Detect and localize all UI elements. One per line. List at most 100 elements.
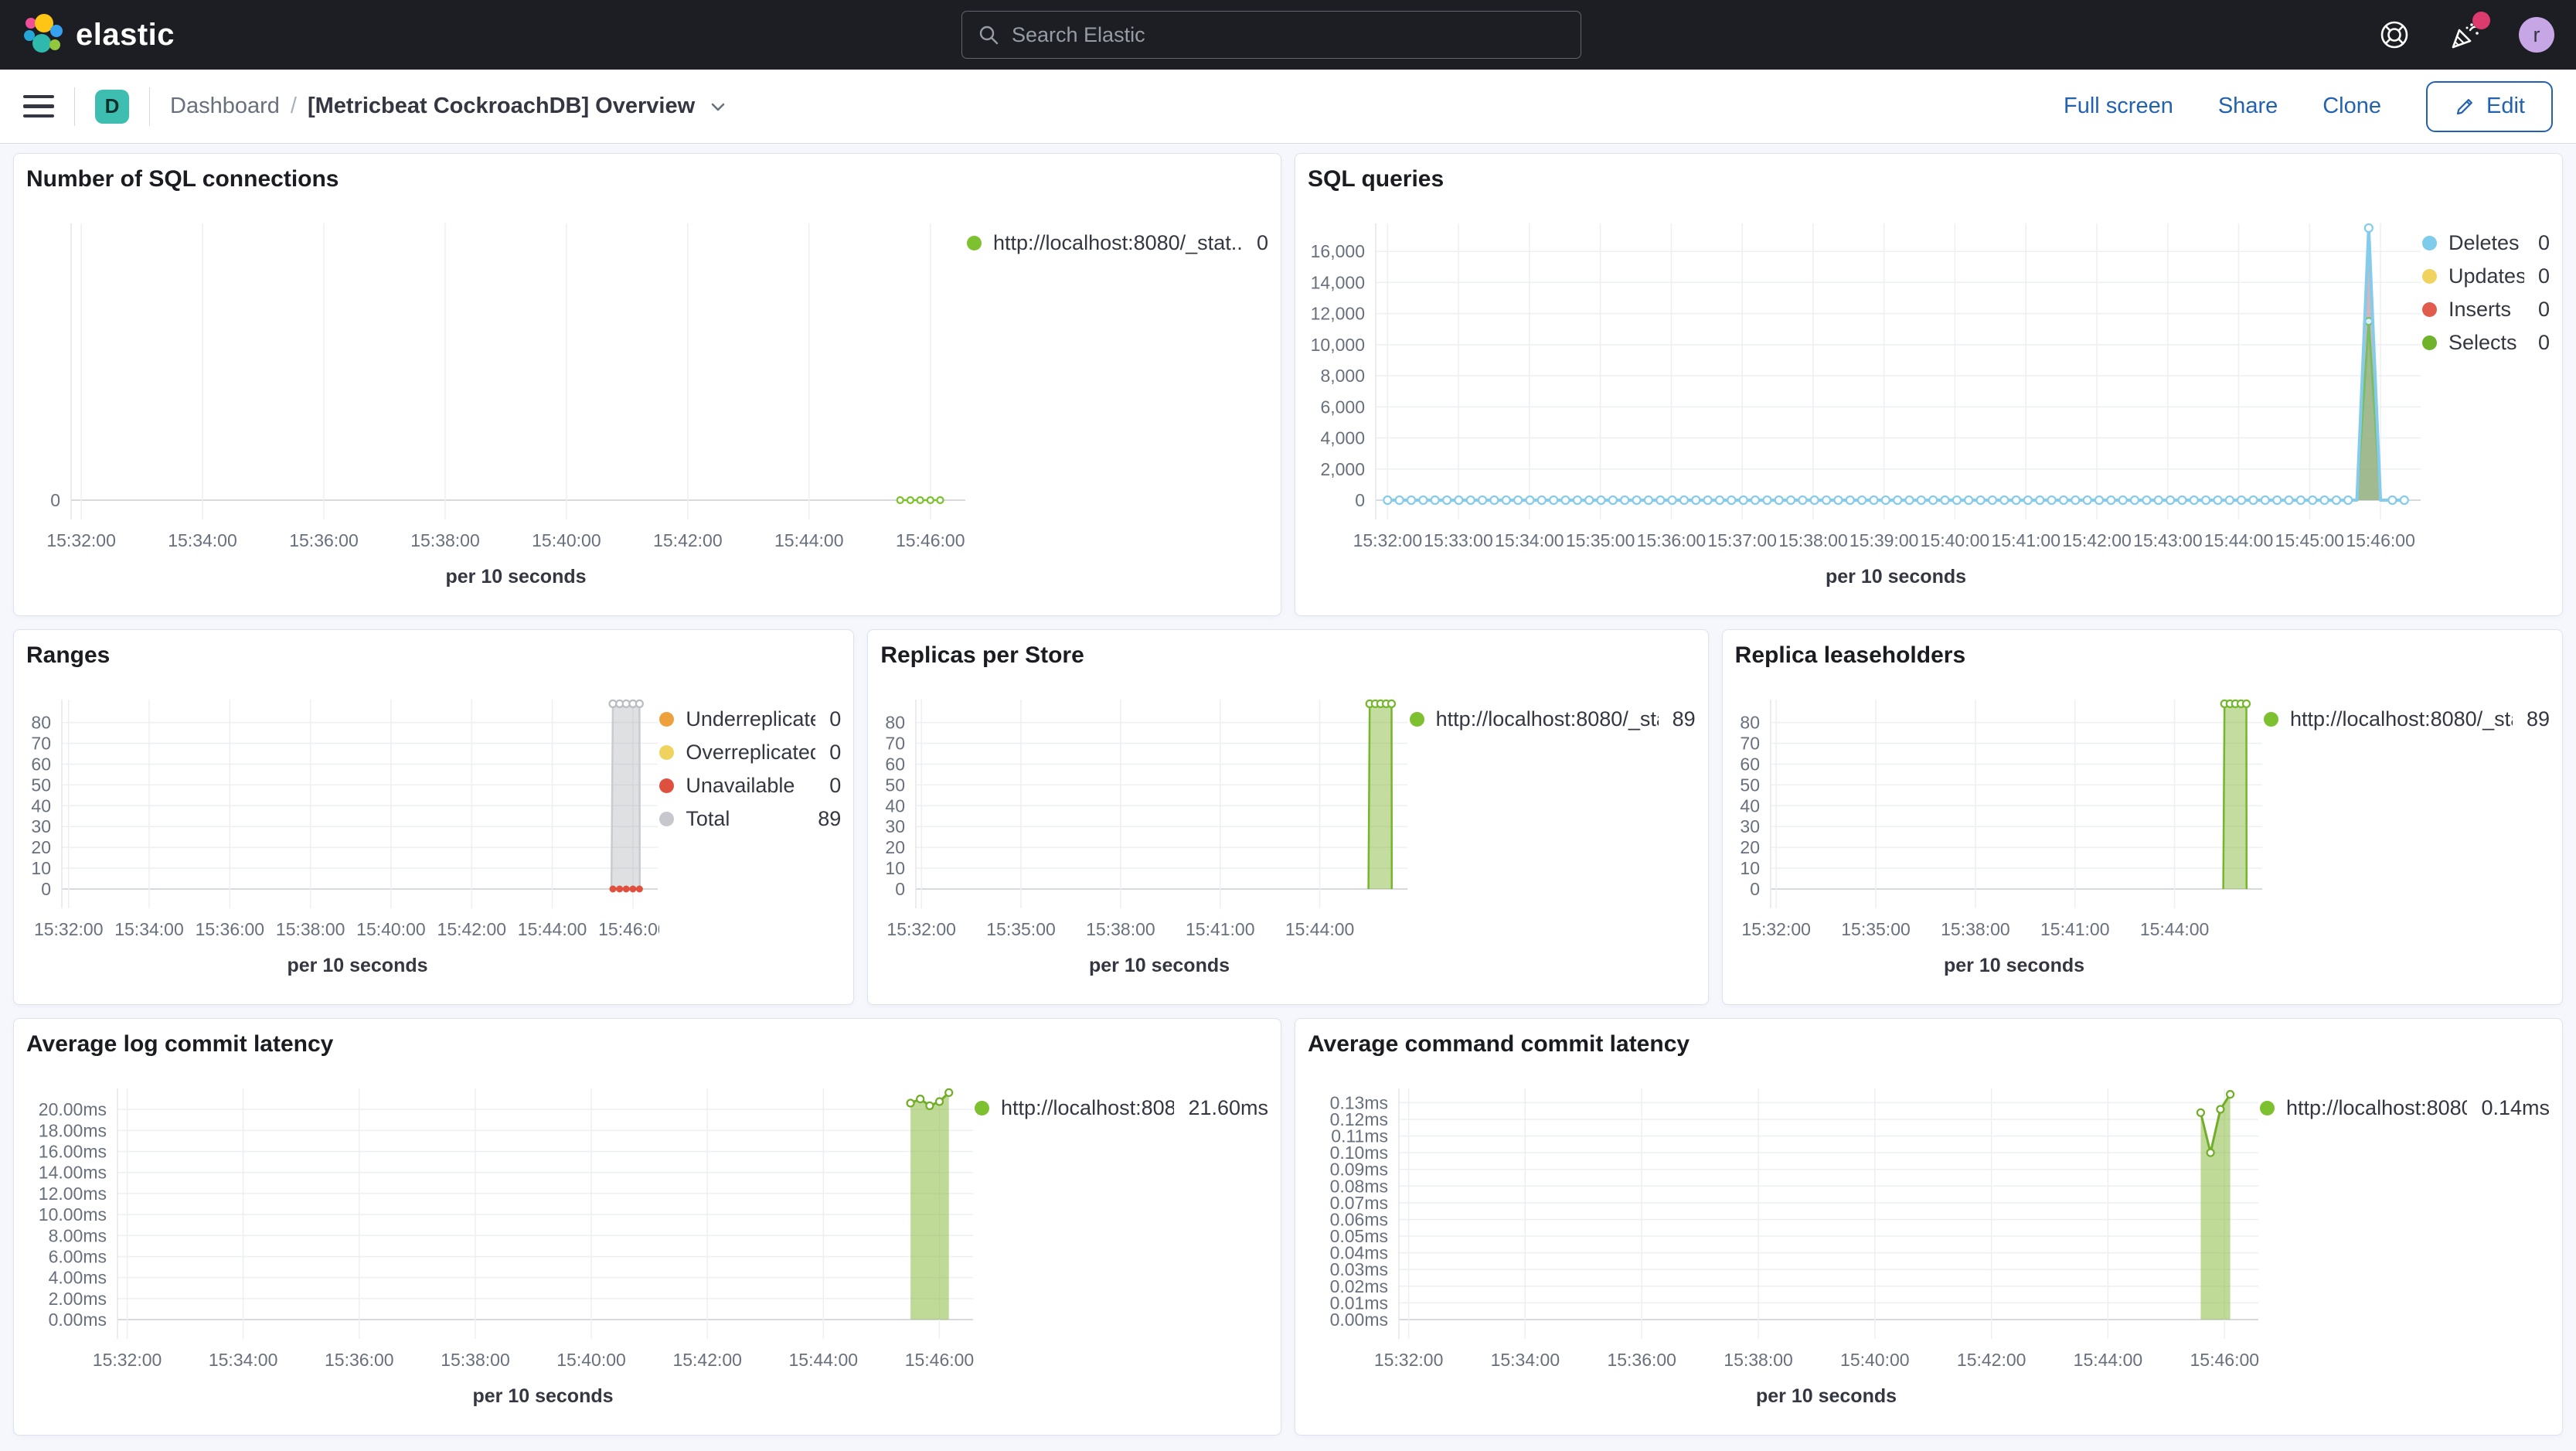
svg-text:15:38:00: 15:38:00 — [1086, 919, 1155, 939]
panel-title[interactable]: Replica leaseholders — [1735, 642, 2550, 669]
legend-label: Overreplicated — [686, 741, 816, 764]
full-screen-button[interactable]: Full screen — [2064, 94, 2173, 119]
chart-sql-queries[interactable]: 0 2,000 4,000 6,000 8,000 10,000 12,000 14,000 1… — [1308, 192, 2422, 609]
svg-text:15:39:00: 15:39:00 — [1849, 530, 1919, 550]
share-button[interactable]: Share — [2218, 94, 2278, 119]
svg-text:per 10 seconds: per 10 seconds — [1826, 566, 1966, 588]
svg-text:16,000: 16,000 — [1311, 241, 1365, 261]
legend-value: 0 — [829, 774, 842, 797]
panel-replicas-per-store: Replicas per Store 0 10 20 30 40 50 60 70 80 15:32… — [867, 629, 1709, 1005]
chart-average-log-commit-latency[interactable]: 0.00ms 2.00ms 4.00ms 6.00ms 8.00ms 10.00ms 12.… — [26, 1058, 975, 1429]
panel-title[interactable]: Average log commit latency — [26, 1031, 1268, 1058]
legend-item[interactable]: http://localhost:808... 21.60ms — [975, 1092, 1268, 1125]
menu-button[interactable] — [23, 94, 54, 118]
svg-text:15:36:00: 15:36:00 — [1607, 1350, 1676, 1370]
legend-item[interactable]: Unavailable 0 — [659, 769, 841, 802]
legend-value: 89 — [1672, 707, 1696, 731]
legend-item[interactable]: http://localhost:8080/_sta... 89 — [2264, 703, 2550, 736]
page-title[interactable]: [Metricbeat CockroachDB] Overview — [308, 94, 695, 119]
svg-text:10: 10 — [31, 858, 51, 878]
svg-text:2.00ms: 2.00ms — [49, 1289, 107, 1309]
svg-text:15:40:00: 15:40:00 — [532, 530, 601, 550]
legend-value: 0 — [2537, 298, 2550, 321]
svg-text:30: 30 — [886, 816, 906, 836]
divider — [149, 87, 150, 126]
svg-text:8,000: 8,000 — [1320, 366, 1365, 386]
breadcrumb-dashboard-link[interactable]: Dashboard — [170, 94, 280, 119]
space-badge[interactable]: D — [95, 89, 129, 124]
panel-title[interactable]: SQL queries — [1308, 166, 2550, 192]
legend-label: http://localhost:8080... — [2286, 1096, 2468, 1119]
svg-text:0: 0 — [896, 879, 906, 899]
legend-value: 89 — [818, 807, 842, 830]
legend-label: Total — [686, 807, 730, 830]
svg-text:50: 50 — [886, 775, 906, 795]
legend: Underreplicated0Overreplicated0Unavailab… — [659, 669, 841, 998]
elastic-logo[interactable]: elastic — [22, 14, 175, 56]
chart-replicas-per-store[interactable]: 0 10 20 30 40 50 60 70 80 15:32:00 15:35:00 15:38:0… — [880, 669, 1409, 998]
brand-name: elastic — [76, 17, 175, 52]
legend-swatch-icon — [2422, 302, 2437, 317]
legend-item[interactable]: Underreplicated 0 — [659, 703, 841, 736]
legend-swatch-icon — [2264, 712, 2278, 727]
panel-title[interactable]: Average command commit latency — [1308, 1031, 2550, 1058]
breadcrumb-separator: / — [290, 94, 297, 118]
svg-text:40: 40 — [1740, 795, 1760, 816]
svg-text:15:35:00: 15:35:00 — [1841, 919, 1911, 939]
panel-title[interactable]: Number of SQL connections — [26, 166, 1268, 192]
legend-item[interactable]: Deletes 0 — [2422, 227, 2550, 260]
svg-text:per 10 seconds: per 10 seconds — [287, 955, 427, 976]
user-avatar[interactable]: r — [2519, 17, 2554, 53]
svg-text:20: 20 — [1740, 837, 1760, 857]
elastic-logo-icon — [24, 14, 63, 53]
legend-value: 21.60ms — [1188, 1096, 1268, 1119]
legend-item[interactable]: Total 89 — [659, 802, 841, 836]
legend-item[interactable]: http://localhost:8080/_stat... 0 — [967, 227, 1268, 260]
svg-text:16.00ms: 16.00ms — [39, 1142, 107, 1162]
legend-item[interactable]: http://localhost:8080... 0.14ms — [2260, 1092, 2550, 1125]
legend-item[interactable]: Updates 0 — [2422, 260, 2550, 293]
legend-swatch-icon — [2422, 269, 2437, 284]
svg-text:18.00ms: 18.00ms — [39, 1120, 107, 1140]
svg-text:15:36:00: 15:36:00 — [325, 1350, 394, 1370]
legend: http://localhost:8080/_sta... 89 — [2264, 669, 2550, 998]
svg-text:10.00ms: 10.00ms — [39, 1204, 107, 1224]
help-button[interactable] — [2377, 17, 2412, 53]
svg-text:0: 0 — [50, 490, 60, 510]
svg-text:per 10 seconds: per 10 seconds — [472, 1385, 613, 1407]
svg-text:15:37:00: 15:37:00 — [1707, 530, 1777, 550]
legend-item[interactable]: Selects 0 — [2422, 326, 2550, 359]
panel-ranges: Ranges 0 10 20 30 40 50 60 70 80 15:32:00 15:34:00 1… — [13, 629, 855, 1005]
newsfeed-button[interactable] — [2448, 12, 2490, 53]
legend-value: 0 — [2537, 331, 2550, 354]
title-menu-button[interactable] — [709, 97, 727, 116]
svg-text:15:41:00: 15:41:00 — [1991, 530, 2060, 550]
chart-number-of-sql-connections[interactable]: 0 15:32:00 15:34:00 15:36:00 15:38:00 15:40:0… — [26, 192, 967, 609]
panel-title[interactable]: Replicas per Store — [880, 642, 1695, 669]
svg-text:15:40:00: 15:40:00 — [1921, 530, 1990, 550]
clone-button[interactable]: Clone — [2322, 94, 2381, 119]
svg-text:15:42:00: 15:42:00 — [653, 530, 723, 550]
svg-text:15:41:00: 15:41:00 — [1186, 919, 1255, 939]
edit-button-label: Edit — [2486, 94, 2525, 118]
panel-title[interactable]: Ranges — [26, 642, 841, 669]
edit-button[interactable]: Edit — [2426, 80, 2553, 132]
search-input[interactable]: Search Elastic — [961, 11, 1581, 59]
chart-average-command-commit-latency[interactable]: 0.00ms 0.01ms 0.02ms 0.03ms 0.04ms 0.05ms 0.06… — [1308, 1058, 2260, 1429]
chart-replica-leaseholders[interactable]: 0 10 20 30 40 50 60 70 80 15:32:00 15:35:00 15:38:0… — [1735, 669, 2264, 998]
svg-text:70: 70 — [886, 734, 906, 754]
legend-item[interactable]: http://localhost:8080/_sta... 89 — [1409, 703, 1696, 736]
legend-value: 0 — [2537, 264, 2550, 288]
legend-value: 0 — [829, 707, 842, 731]
svg-text:15:34:00: 15:34:00 — [209, 1350, 278, 1370]
svg-text:0: 0 — [1355, 490, 1365, 510]
legend-label: http://localhost:8080/_sta... — [2290, 707, 2513, 731]
svg-text:0: 0 — [1750, 879, 1760, 899]
svg-text:15:46:00: 15:46:00 — [905, 1350, 975, 1370]
legend-swatch-icon — [975, 1101, 989, 1115]
legend-item[interactable]: Overreplicated 0 — [659, 736, 841, 769]
chart-ranges[interactable]: 0 10 20 30 40 50 60 70 80 15:32:00 15:34:00 15:36:0… — [26, 669, 659, 998]
svg-text:15:32:00: 15:32:00 — [93, 1350, 162, 1370]
legend-item[interactable]: Inserts 0 — [2422, 293, 2550, 326]
breadcrumb: Dashboard / [Metricbeat CockroachDB] Ove… — [170, 94, 727, 119]
